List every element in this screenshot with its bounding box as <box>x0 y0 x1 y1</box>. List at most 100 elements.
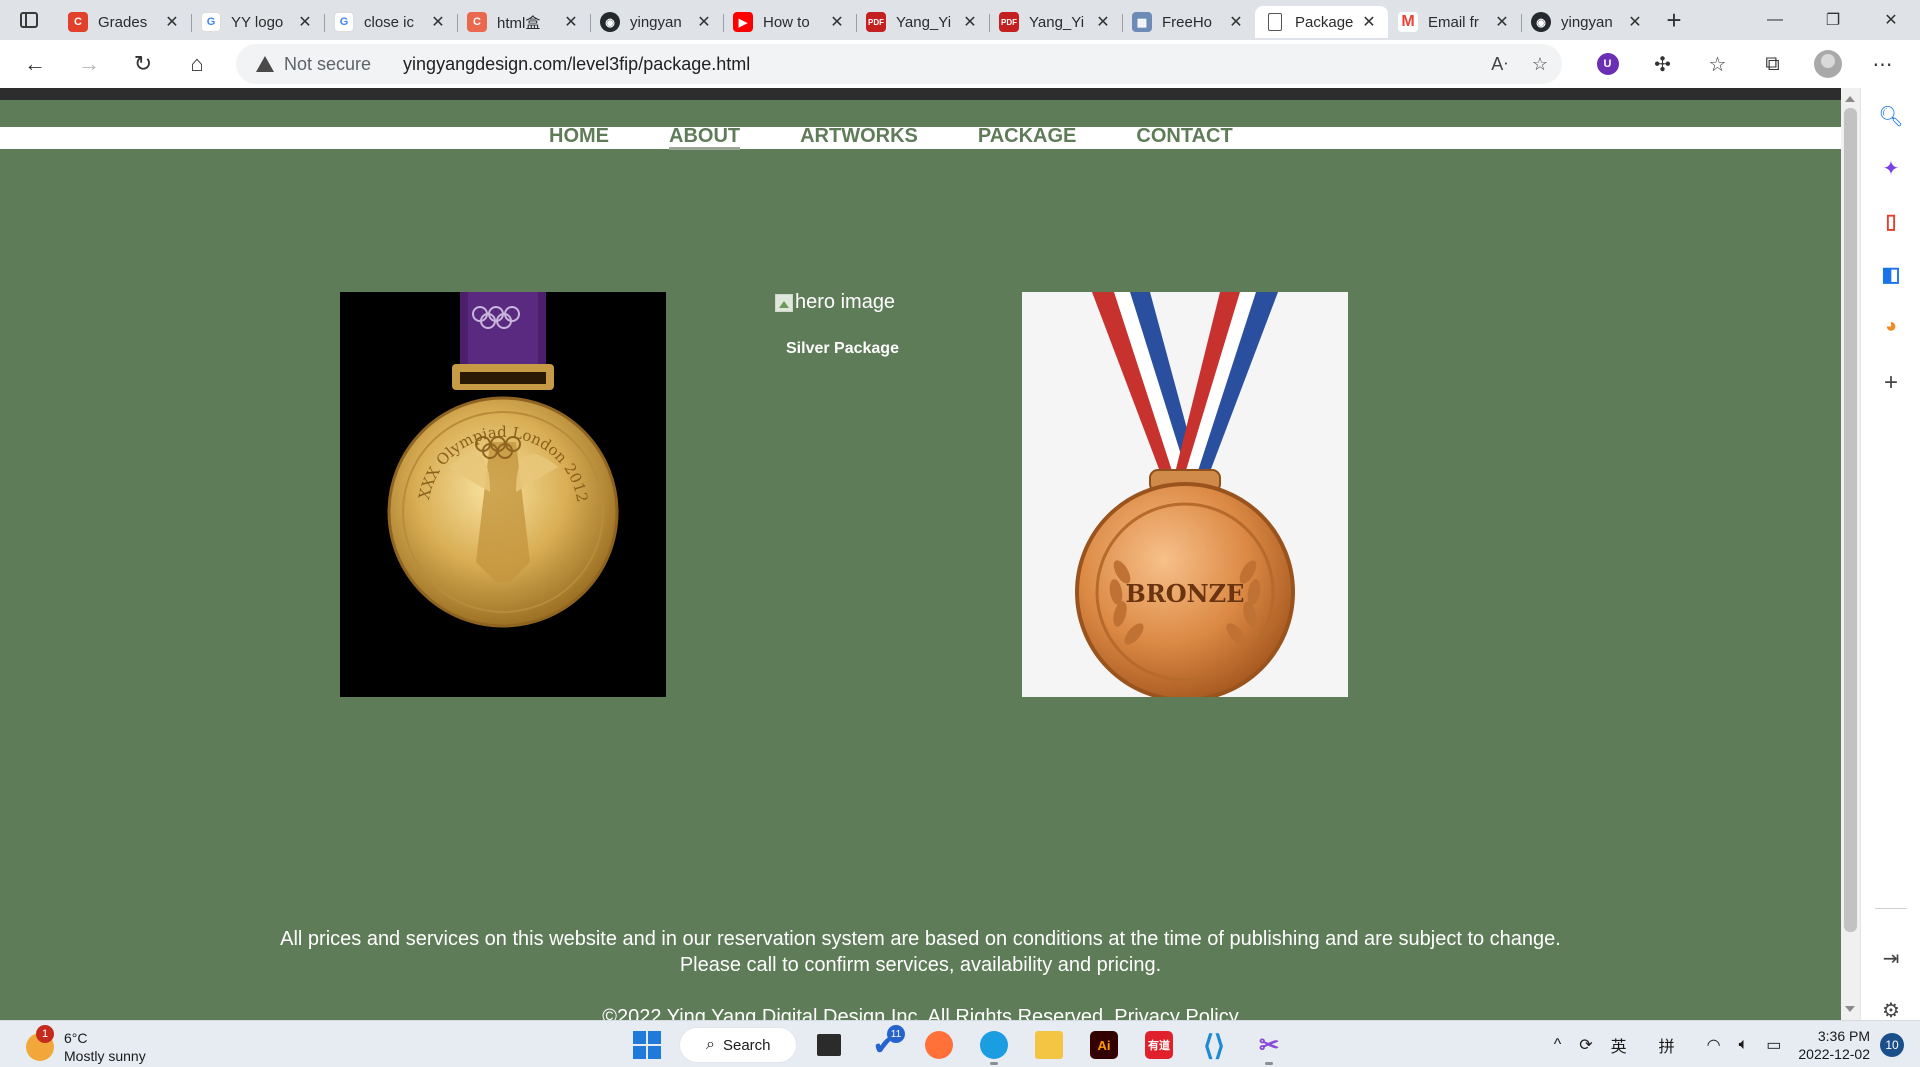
tab-title: How to <box>763 13 810 31</box>
tab-title: Yang_Yi <box>1029 13 1085 31</box>
favorites-button[interactable]: ☆ <box>1690 40 1745 88</box>
address-bar[interactable]: Not secure yingyangdesign.com/level3fip/… <box>236 44 1562 84</box>
scroll-down-icon[interactable] <box>1845 1006 1855 1012</box>
close-tab-icon[interactable]: ✕ <box>1227 12 1245 32</box>
restore-button[interactable]: ❐ <box>1804 0 1862 40</box>
back-button[interactable]: ← <box>8 40 62 88</box>
tab[interactable]: M Email fr ✕ <box>1388 6 1521 38</box>
weather-widget[interactable]: 1 6°C Mostly sunny <box>26 1025 146 1065</box>
tab-active[interactable]: Package ✕ <box>1255 6 1388 38</box>
vscode-app[interactable]: ⟨⟩ <box>1191 1025 1237 1065</box>
arrow-right-icon: → <box>78 51 100 76</box>
clock[interactable]: 3:36 PM 2022-12-02 <box>1790 1027 1880 1063</box>
close-tab-icon[interactable]: ✕ <box>695 12 713 32</box>
profile-button[interactable] <box>1800 40 1855 88</box>
close-tab-icon[interactable]: ✕ <box>828 12 846 32</box>
hide-sidebar-icon[interactable]: ⇥ <box>1861 938 1920 978</box>
close-tab-icon[interactable]: ✕ <box>961 12 979 32</box>
freehost-icon: ▦ <box>1132 12 1152 32</box>
vertical-scrollbar[interactable] <box>1841 88 1860 1020</box>
tab-title: Grades <box>98 13 148 31</box>
warning-icon[interactable] <box>256 55 274 73</box>
minimize-icon: — <box>1767 11 1783 28</box>
new-tab-button[interactable]: + <box>1654 0 1694 40</box>
notification-badge[interactable]: 10 <box>1880 1032 1904 1057</box>
wifi-icon[interactable]: ◠ <box>1698 1035 1730 1055</box>
tab[interactable]: PDF Yang_Yi ✕ <box>856 6 989 38</box>
task-view-button[interactable] <box>806 1025 852 1065</box>
forward-button[interactable]: → <box>62 40 116 88</box>
close-tab-icon[interactable]: ✕ <box>1626 12 1644 32</box>
refresh-button[interactable]: ↻ <box>116 40 170 88</box>
tab[interactable]: ▦ FreeHo ✕ <box>1122 6 1255 38</box>
tab[interactable]: PDF Yang_Yi ✕ <box>989 6 1122 38</box>
site-nav: HOME ABOUT ARTWORKS PACKAGE CONTACT <box>549 124 1233 150</box>
ime-language[interactable]: 英 <box>1602 1033 1636 1057</box>
snipping-tool-app[interactable]: ✂ <box>1246 1025 1292 1065</box>
collections-button[interactable]: ⧉ <box>1745 40 1800 88</box>
scroll-thumb[interactable] <box>1844 108 1857 932</box>
tab[interactable]: Gclose ic ✕ <box>324 6 457 38</box>
youdao-app[interactable]: 有道 <box>1136 1025 1182 1065</box>
tab-actions-button[interactable] <box>0 0 58 40</box>
illustrator-icon: Ai <box>1090 1031 1118 1059</box>
security-label[interactable]: Not secure <box>284 54 371 75</box>
home-button[interactable]: ⌂ <box>170 40 224 88</box>
github-icon: ◉ <box>1531 12 1551 32</box>
temperature: 6°C <box>64 1030 88 1046</box>
tab[interactable]: ◉ yingyan ✕ <box>1521 6 1654 38</box>
todo-app[interactable]: ✔ 11 <box>861 1025 907 1065</box>
nav-artworks-link[interactable]: ARTWORKS <box>800 124 918 150</box>
illustrator-app[interactable]: Ai <box>1081 1025 1127 1065</box>
outlook-icon[interactable]: ◧ <box>1861 254 1920 294</box>
chevron-up-icon[interactable]: ^ <box>1545 1036 1571 1054</box>
edge-icon <box>980 1031 1008 1059</box>
tab[interactable]: C Grades ✕ <box>58 6 191 38</box>
settings-menu-button[interactable]: ⋯ <box>1855 40 1910 88</box>
minimize-button[interactable]: — <box>1746 0 1804 40</box>
start-button[interactable] <box>624 1025 670 1065</box>
close-tab-icon[interactable]: ✕ <box>1493 12 1511 32</box>
scroll-up-icon[interactable] <box>1845 96 1855 102</box>
gmail-icon: M <box>1398 12 1418 32</box>
tab[interactable]: ▶ How to ✕ <box>723 6 856 38</box>
games-icon[interactable]: ◕ <box>1861 306 1920 346</box>
tab[interactable]: ◉ yingyan ✕ <box>590 6 723 38</box>
close-tab-icon[interactable]: ✕ <box>163 12 181 32</box>
weather-description: Mostly sunny <box>64 1048 146 1064</box>
nav-package-link[interactable]: PACKAGE <box>978 124 1077 150</box>
close-tab-icon[interactable]: ✕ <box>1094 12 1112 32</box>
sync-icon[interactable]: ⟳ <box>1570 1035 1601 1055</box>
close-tab-icon[interactable]: ✕ <box>429 12 447 32</box>
tab[interactable]: G YY logo ✕ <box>191 6 324 38</box>
close-tab-icon[interactable]: ✕ <box>562 12 580 32</box>
youdao-icon: 有道 <box>1145 1031 1173 1059</box>
nav-home-link[interactable]: HOME <box>549 124 609 150</box>
hero-image-broken: hero image <box>775 291 895 314</box>
ime-mode[interactable]: 拼 <box>1650 1033 1684 1057</box>
edge-app[interactable] <box>971 1025 1017 1065</box>
nav-about-link[interactable]: ABOUT <box>669 124 741 150</box>
url-text[interactable]: yingyangdesign.com/level3fip/package.htm… <box>403 54 750 75</box>
discover-icon[interactable]: ✦ <box>1861 148 1920 188</box>
volume-icon[interactable]: 🔈︎ <box>1730 1036 1758 1054</box>
extension-button[interactable]: U <box>1580 40 1635 88</box>
firefox-app[interactable] <box>916 1025 962 1065</box>
close-window-button[interactable]: ✕ <box>1862 0 1920 40</box>
office-icon[interactable]: ▯ <box>1861 201 1920 241</box>
file-explorer-app[interactable] <box>1026 1025 1072 1065</box>
system-tray: ^ ⟳ 英 拼 ◠ 🔈︎ ▭ 3:36 PM 2022-12-02 10 <box>1545 1021 1920 1067</box>
search-icon[interactable]: 🔍︎ <box>1861 96 1920 136</box>
tab[interactable]: Chtml盒 ✕ <box>457 6 590 38</box>
nav-contact-link[interactable]: CONTACT <box>1136 124 1232 150</box>
add-sidebar-app-icon[interactable]: + <box>1861 363 1920 403</box>
close-tab-icon[interactable]: ✕ <box>1360 12 1378 32</box>
extensions-button[interactable]: ✣ <box>1635 40 1690 88</box>
close-tab-icon[interactable]: ✕ <box>296 12 314 32</box>
battery-icon[interactable]: ▭ <box>1757 1035 1790 1055</box>
avatar <box>1813 50 1842 78</box>
more-icon: ⋯ <box>1872 53 1893 76</box>
read-aloud-icon[interactable]: Aᐧ <box>1491 54 1508 75</box>
add-favorite-icon[interactable]: ☆ <box>1532 54 1548 75</box>
taskbar-search[interactable]: ⌕ Search <box>679 1027 797 1063</box>
